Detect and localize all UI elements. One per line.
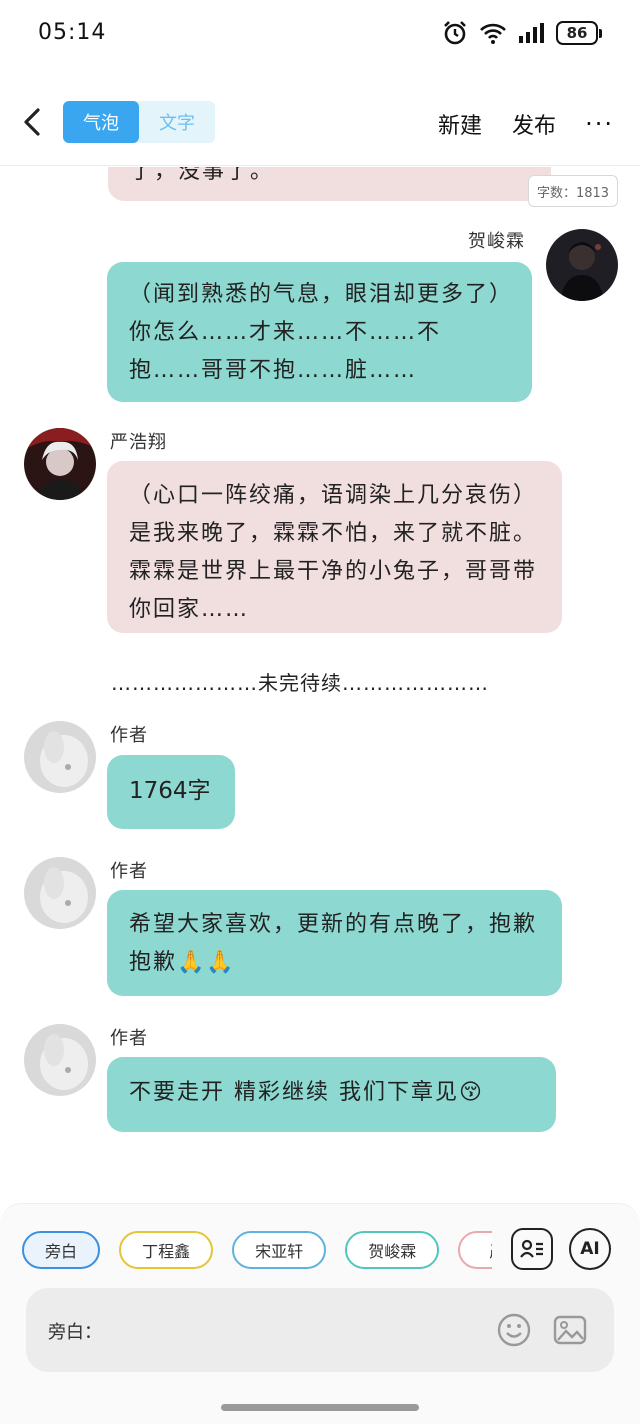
role-chip-he[interactable]: 贺峻霖	[345, 1231, 440, 1269]
chat-area[interactable]: 了，没事了。 字数：1813 贺峻霖 （闻到熟悉的气息，眼泪却更多了）你怎么………	[0, 167, 640, 1202]
role-chip-song[interactable]: 宋亚轩	[232, 1231, 327, 1269]
composer-panel: 旁白 丁程鑫 宋亚轩 贺峻霖 严浩 AI 旁白：	[0, 1203, 640, 1424]
message-text: （闻到熟悉的气息，眼泪却更多了）你怎么……才来……不……不抱……哥哥不抱……脏……	[129, 282, 503, 383]
message-bubble-3[interactable]: 1764字	[107, 755, 235, 829]
ai-button[interactable]: AI	[569, 1228, 611, 1270]
message-text: 希望大家喜欢，更新的有点晚了，抱歉抱歉🙏🙏	[129, 912, 538, 975]
character-card-button[interactable]	[511, 1228, 553, 1270]
status-bar: 05:14 86	[0, 0, 640, 68]
avatar[interactable]	[24, 428, 96, 500]
to-be-continued-divider: …………………未完待续…………………	[111, 671, 489, 695]
status-time: 05:14	[38, 20, 107, 45]
battery-level: 86	[556, 21, 598, 45]
message-bubble-5[interactable]: 不要走开 精彩继续 我们下章见😚	[107, 1057, 556, 1132]
contact-card-icon	[520, 1239, 543, 1258]
message-text: （心口一阵绞痛，语调染上几分哀伤）是我来晚了，霖霖不怕，来了就不脏。霖霖是世界上…	[129, 483, 538, 622]
avatar[interactable]	[546, 229, 618, 301]
role-chip-yan[interactable]: 严浩	[458, 1231, 492, 1269]
speaker-name: 作者	[110, 861, 148, 882]
publish-button[interactable]: 发布	[512, 108, 556, 140]
role-selector: 旁白 丁程鑫 宋亚轩 贺峻霖 严浩	[22, 1231, 492, 1269]
message-text: 1764字	[129, 778, 211, 804]
speaker-name: 作者	[110, 725, 148, 746]
signal-icon	[518, 22, 546, 44]
back-button[interactable]	[18, 102, 50, 142]
more-options-button[interactable]: ···	[585, 110, 614, 138]
top-toolbar: 气泡 文字 新建 发布 ···	[0, 80, 640, 166]
speaker-name: 作者	[110, 1028, 148, 1049]
emoji-icon[interactable]	[496, 1312, 532, 1352]
chevron-left-icon	[24, 108, 40, 136]
input-role-label: 旁白：	[48, 1322, 102, 1343]
message-text: 了，没事了。	[130, 167, 275, 184]
battery-icon: 86	[556, 21, 602, 45]
word-count-badge: 字数：1813	[528, 175, 618, 207]
message-bubble-0[interactable]: 了，没事了。	[108, 167, 551, 201]
home-indicator[interactable]	[221, 1404, 419, 1411]
alarm-icon	[442, 20, 468, 46]
role-chip-narrator[interactable]: 旁白	[22, 1231, 100, 1269]
tab-bubble[interactable]: 气泡	[63, 101, 139, 143]
speaker-name: 严浩翔	[110, 432, 167, 453]
role-chip-ding[interactable]: 丁程鑫	[119, 1231, 214, 1269]
avatar[interactable]	[24, 721, 96, 793]
view-mode-toggle: 气泡 文字	[63, 101, 215, 143]
message-input[interactable]: 旁白：	[26, 1288, 614, 1372]
message-text: 不要走开 精彩继续 我们下章见😚	[129, 1080, 484, 1105]
speaker-name: 贺峻霖	[468, 231, 525, 252]
image-icon[interactable]	[552, 1312, 588, 1352]
wifi-6-icon	[478, 21, 508, 45]
avatar[interactable]	[24, 857, 96, 929]
message-bubble-1[interactable]: （闻到熟悉的气息，眼泪却更多了）你怎么……才来……不……不抱……哥哥不抱……脏……	[107, 262, 532, 402]
avatar[interactable]	[24, 1024, 96, 1096]
new-button[interactable]: 新建	[438, 108, 482, 140]
message-bubble-2[interactable]: （心口一阵绞痛，语调染上几分哀伤）是我来晚了，霖霖不怕，来了就不脏。霖霖是世界上…	[107, 461, 562, 633]
tab-text[interactable]: 文字	[139, 101, 215, 143]
message-bubble-4[interactable]: 希望大家喜欢，更新的有点晚了，抱歉抱歉🙏🙏	[107, 890, 562, 996]
status-icons: 86	[442, 20, 602, 46]
